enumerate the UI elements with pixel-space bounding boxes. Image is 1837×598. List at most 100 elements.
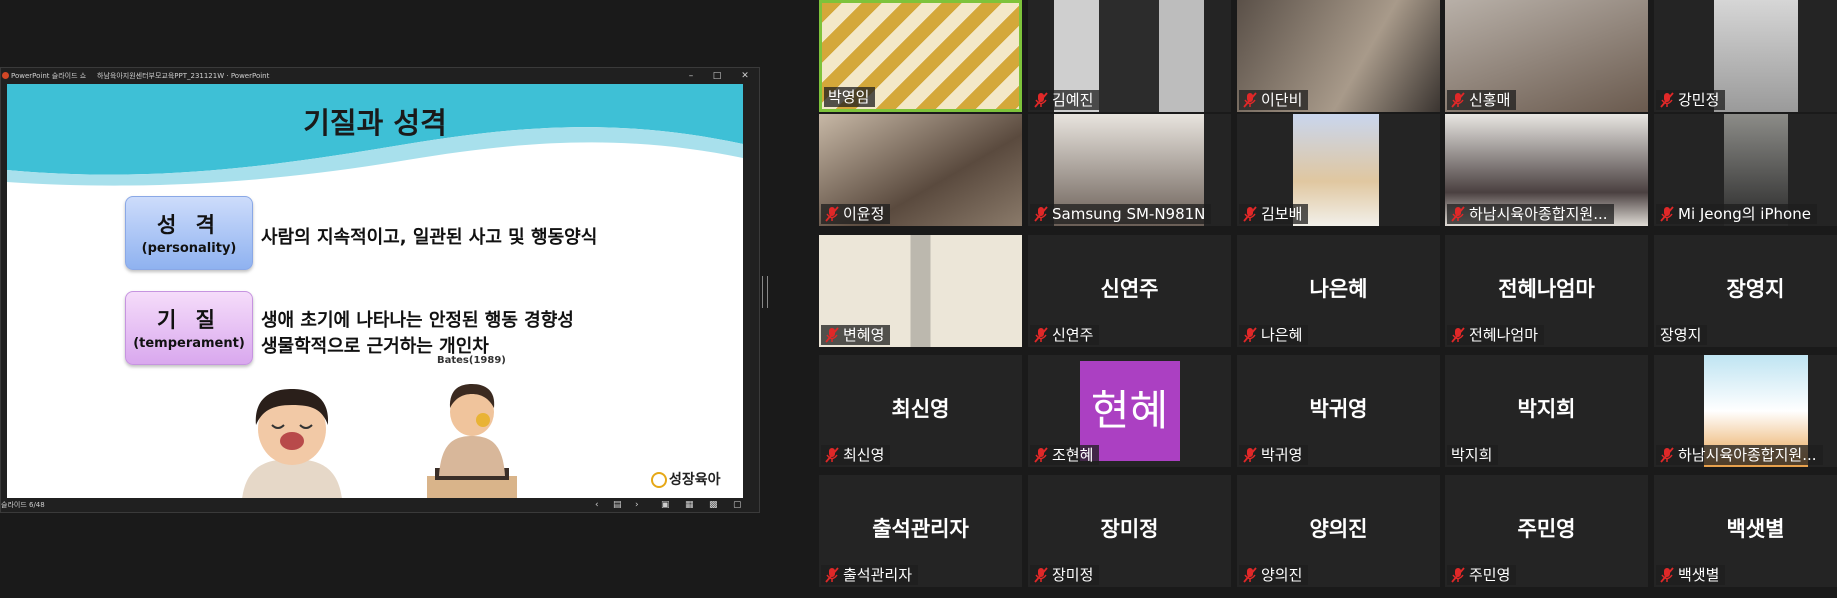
mic-muted-icon bbox=[1034, 447, 1048, 463]
previous-slide-icon[interactable]: ‹ bbox=[595, 498, 599, 512]
participant-nameplate: 장영지 bbox=[1656, 325, 1708, 345]
participant-name: 신연주 bbox=[1052, 326, 1094, 344]
normal-view-icon[interactable]: ▣ bbox=[661, 498, 670, 512]
participant-tile[interactable]: 양의진 양의진 bbox=[1237, 475, 1440, 587]
crying-child-image bbox=[242, 389, 342, 498]
slide-canvas[interactable]: 기질과 성격 성 격 (personality) 사람의 지속적이고, 일관된 … bbox=[7, 84, 743, 498]
slideshow-view-icon[interactable]: ▢ bbox=[733, 498, 742, 512]
participant-nameplate: 백샛별 bbox=[1656, 565, 1726, 585]
participant-tile[interactable]: Mi Jeong의 iPhone bbox=[1654, 114, 1837, 226]
participant-name: 박영임 bbox=[828, 88, 870, 106]
mic-muted-icon bbox=[825, 567, 839, 583]
participant-tile[interactable]: 백샛별 백샛별 bbox=[1654, 475, 1837, 587]
participant-name: 신홍매 bbox=[1469, 91, 1511, 109]
slide-counter: 슬라이드 6/48 bbox=[1, 501, 45, 509]
slide-menu-icon[interactable]: ▤ bbox=[613, 498, 622, 512]
participant-tile[interactable]: 전혜나엄마 전혜나엄마 bbox=[1445, 235, 1648, 347]
reading-view-icon[interactable]: ▩ bbox=[709, 498, 718, 512]
personality-box: 성 격 (personality) bbox=[125, 196, 253, 270]
participant-display-name: 박귀영 bbox=[1309, 397, 1368, 421]
participant-name: 백샛별 bbox=[1678, 566, 1720, 584]
maximize-button[interactable]: □ bbox=[707, 68, 727, 84]
participant-name: 나은혜 bbox=[1261, 326, 1303, 344]
participant-display-name: 최신영 bbox=[891, 397, 950, 421]
participant-nameplate: 박영임 bbox=[824, 87, 876, 107]
participant-tile[interactable]: 이윤정 bbox=[819, 114, 1022, 226]
participant-display-name: 양의진 bbox=[1309, 517, 1368, 541]
participant-tile[interactable]: 신홍매 bbox=[1445, 0, 1648, 112]
mic-muted-icon bbox=[1243, 206, 1257, 222]
mic-muted-icon bbox=[1451, 327, 1465, 343]
mic-muted-icon bbox=[1660, 92, 1674, 108]
participant-nameplate: 신연주 bbox=[1030, 325, 1100, 345]
participant-nameplate: 주민영 bbox=[1447, 565, 1517, 585]
personality-definition: 사람의 지속적이고, 일관된 사고 및 행동양식 bbox=[261, 227, 598, 248]
participant-nameplate: 이단비 bbox=[1239, 90, 1309, 110]
participant-tile[interactable]: 나은혜 나은혜 bbox=[1237, 235, 1440, 347]
slide-sorter-icon[interactable]: ▦ bbox=[685, 498, 694, 512]
personality-english: (personality) bbox=[141, 241, 237, 256]
participant-nameplate: 김보배 bbox=[1239, 204, 1309, 224]
participant-tile[interactable]: 최신영 최신영 bbox=[819, 355, 1022, 467]
participant-nameplate: 김예진 bbox=[1030, 90, 1100, 110]
participant-nameplate: 나은혜 bbox=[1239, 325, 1309, 345]
participant-tile[interactable]: 김예진 bbox=[1028, 0, 1231, 112]
mic-muted-icon bbox=[1243, 92, 1257, 108]
participant-tile[interactable]: 변혜영 bbox=[819, 235, 1022, 347]
participant-tile[interactable]: 박지희 박지희 bbox=[1445, 355, 1648, 467]
participant-tile[interactable]: 현혜 조현혜 bbox=[1028, 355, 1231, 467]
participant-name: 강민정 bbox=[1678, 91, 1720, 109]
participant-nameplate: 전혜나엄마 bbox=[1447, 325, 1545, 345]
participant-name: 이윤정 bbox=[843, 205, 885, 223]
participant-name: 김보배 bbox=[1261, 205, 1303, 223]
participant-nameplate: Samsung SM-N981N bbox=[1030, 204, 1212, 224]
window-titlebar: PowerPoint 슬라이드 쇼 하남육아지원센터부모교육PPT_231121… bbox=[1, 68, 759, 84]
participant-display-name: 전혜나엄마 bbox=[1498, 277, 1595, 301]
participant-tile[interactable]: 장영지 장영지 bbox=[1654, 235, 1837, 347]
next-slide-icon[interactable]: › bbox=[635, 498, 639, 512]
participant-tile[interactable]: Samsung SM-N981N bbox=[1028, 114, 1231, 226]
participant-nameplate: 박귀영 bbox=[1239, 445, 1309, 465]
participant-tile[interactable]: 박귀영 박귀영 bbox=[1237, 355, 1440, 467]
participant-display-name: 주민영 bbox=[1517, 517, 1576, 541]
participant-tile[interactable]: 출석관리자 출석관리자 bbox=[819, 475, 1022, 587]
participant-nameplate: 출석관리자 bbox=[821, 565, 919, 585]
participant-tile[interactable]: 신연주 신연주 bbox=[1028, 235, 1231, 347]
participant-name: 주민영 bbox=[1469, 566, 1511, 584]
personality-term: 성 격 bbox=[157, 213, 221, 237]
participant-tile[interactable]: 주민영 주민영 bbox=[1445, 475, 1648, 587]
participant-tile[interactable]: 김보배 bbox=[1237, 114, 1440, 226]
window-title: PowerPoint 슬라이드 쇼 bbox=[11, 72, 87, 80]
citation: Bates(1989) bbox=[437, 355, 506, 366]
close-button[interactable]: ✕ bbox=[735, 68, 755, 84]
participant-display-name: 신연주 bbox=[1100, 277, 1159, 301]
participant-nameplate: 하남시육아종합지원... bbox=[1447, 204, 1614, 224]
participant-nameplate: 강민정 bbox=[1656, 90, 1726, 110]
mic-muted-icon bbox=[1451, 206, 1465, 222]
participant-name: 하남시육아종합지원... bbox=[1469, 205, 1608, 223]
mic-muted-icon bbox=[825, 327, 839, 343]
participant-tile[interactable]: 하남시육아종합지원... bbox=[1654, 355, 1837, 467]
temperament-definition-1: 생애 초기에 나타나는 안정된 행동 경향성 bbox=[261, 310, 574, 331]
participant-tile[interactable]: 박영임 bbox=[819, 0, 1022, 112]
participant-nameplate: 신홍매 bbox=[1447, 90, 1517, 110]
document-title: 하남육아지원센터부모교육PPT_231121W · PowerPoint bbox=[97, 72, 270, 80]
participant-gallery: 박영임 김예진 이단비 신홍매 강민정 이윤정 Samsung SM-N981N 김보배 하남시… bbox=[819, 0, 1837, 598]
participant-nameplate: Mi Jeong의 iPhone bbox=[1656, 204, 1817, 224]
participant-tile[interactable]: 하남시육아종합지원... bbox=[1445, 114, 1648, 226]
participant-name: 장미정 bbox=[1052, 566, 1094, 584]
participant-tile[interactable]: 강민정 bbox=[1654, 0, 1837, 112]
minimize-button[interactable]: – bbox=[681, 68, 701, 84]
mic-muted-icon bbox=[1034, 567, 1048, 583]
participant-display-name: 백샛별 bbox=[1726, 517, 1785, 541]
participant-nameplate: 양의진 bbox=[1239, 565, 1309, 585]
participant-tile[interactable]: 장미정 장미정 bbox=[1028, 475, 1231, 587]
slide-title: 기질과 성격 bbox=[303, 106, 447, 140]
mic-muted-icon bbox=[1660, 567, 1674, 583]
mic-muted-icon bbox=[825, 206, 839, 222]
participant-tile[interactable]: 이단비 bbox=[1237, 0, 1440, 112]
participant-name: 김예진 bbox=[1052, 91, 1094, 109]
participant-name: 변혜영 bbox=[843, 326, 885, 344]
participant-display-name: 출석관리자 bbox=[872, 517, 969, 541]
split-handle[interactable] bbox=[762, 276, 768, 308]
